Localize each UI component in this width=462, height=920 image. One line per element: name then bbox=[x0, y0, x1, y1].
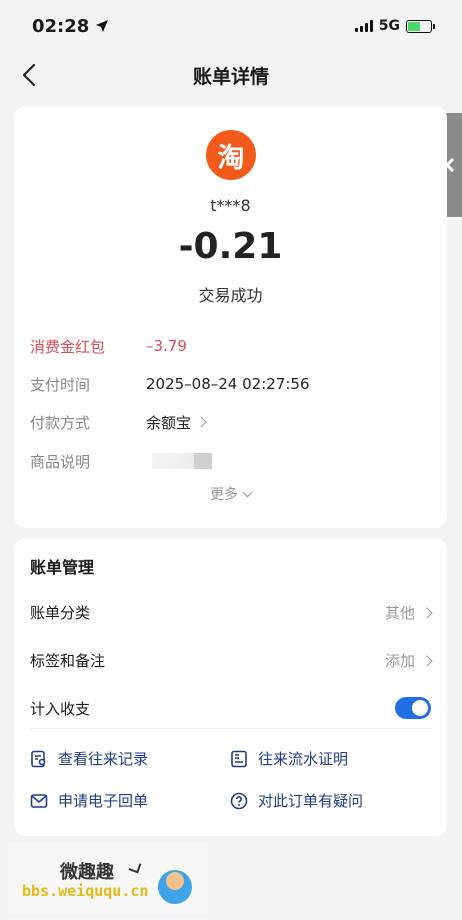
section-title: 账单管理 bbox=[30, 558, 95, 577]
chevron-left-icon bbox=[444, 157, 460, 173]
bill-management-card: 账单管理 账单分类 其他 标签和备注 添加 计入收支 查看往来记录 往来流水证明… bbox=[14, 538, 447, 836]
detail-value: 余额宝 bbox=[146, 413, 192, 432]
watermark-title: 微趣趣 bbox=[60, 862, 114, 883]
include-toggle[interactable] bbox=[395, 697, 431, 719]
watermark: 微趣趣 bbs.weiququ.cn bbox=[8, 842, 208, 914]
link-order-question[interactable]: 对此订单有疑问 bbox=[230, 790, 363, 811]
tags-notes-row[interactable]: 标签和备注 添加 bbox=[30, 650, 433, 671]
link-flow-certificate[interactable]: 往来流水证明 bbox=[230, 748, 348, 769]
bill-category-row[interactable]: 账单分类 其他 bbox=[30, 602, 433, 623]
detail-label: 消费金红包 bbox=[30, 337, 106, 356]
link-label: 往来流水证明 bbox=[258, 750, 349, 768]
row-value: 添加 bbox=[384, 652, 415, 670]
link-e-receipt[interactable]: 申请电子回单 bbox=[30, 790, 148, 811]
watermark-scribble bbox=[128, 860, 142, 874]
network-type: 5G bbox=[378, 18, 400, 34]
include-in-stats-row: 计入收支 bbox=[30, 697, 431, 719]
status-indicators: 5G bbox=[354, 18, 435, 34]
row-label: 计入收支 bbox=[30, 699, 91, 718]
chevron-down-icon bbox=[242, 487, 253, 497]
taobao-logo-icon: 淘 bbox=[206, 130, 256, 180]
detail-label: 付款方式 bbox=[30, 413, 91, 432]
detail-label: 支付时间 bbox=[30, 375, 91, 394]
detail-row-pay-time: 支付时间 2025–08–24 02:27:56 bbox=[30, 372, 431, 396]
row-value-group: 其他 bbox=[384, 602, 433, 623]
detail-row-product-desc: 商品说明 bbox=[30, 449, 431, 473]
signal-icon bbox=[354, 20, 373, 32]
certificate-icon bbox=[231, 750, 247, 767]
detail-value: –3.79 bbox=[146, 337, 187, 355]
link-label: 对此订单有疑问 bbox=[258, 792, 364, 810]
detail-value-group: 余额宝 bbox=[146, 412, 207, 433]
detail-row-payment-method[interactable]: 付款方式 余额宝 bbox=[30, 410, 431, 434]
status-time-group: 02:28 bbox=[32, 16, 109, 37]
battery-icon bbox=[406, 19, 435, 33]
more-label: 更多 bbox=[210, 487, 238, 503]
envelope-icon bbox=[30, 793, 48, 808]
link-label: 查看往来记录 bbox=[58, 750, 149, 768]
chevron-right-icon bbox=[421, 606, 433, 619]
chevron-right-icon bbox=[421, 654, 433, 667]
divider bbox=[30, 728, 431, 729]
more-toggle[interactable]: 更多 bbox=[14, 484, 447, 504]
detail-value: 2025–08–24 02:27:56 bbox=[146, 375, 310, 393]
question-circle-icon bbox=[230, 792, 248, 809]
link-view-history[interactable]: 查看往来记录 bbox=[30, 748, 148, 769]
detail-label: 商品说明 bbox=[30, 452, 91, 471]
document-search-icon bbox=[31, 750, 46, 767]
location-arrow-icon bbox=[96, 20, 109, 32]
nav-bar: 账单详情 bbox=[0, 52, 462, 98]
watermark-url: bbs.weiququ.cn bbox=[22, 882, 149, 900]
transaction-status: 交易成功 bbox=[198, 286, 263, 305]
row-value: 其他 bbox=[384, 604, 415, 622]
transaction-amount: -0.21 bbox=[178, 226, 283, 267]
row-value-group: 添加 bbox=[384, 650, 433, 671]
mascot-icon bbox=[158, 870, 192, 904]
page-title: 账单详情 bbox=[192, 66, 269, 88]
detail-value-group bbox=[146, 453, 212, 469]
row-label: 标签和备注 bbox=[30, 652, 106, 670]
status-time: 02:28 bbox=[32, 15, 90, 37]
blurred-product-name bbox=[152, 453, 212, 469]
status-bar: 02:28 5G bbox=[0, 0, 462, 52]
bill-detail-card: 淘 t***8 -0.21 交易成功 消费金红包 –3.79 支付时间 2025… bbox=[14, 106, 447, 528]
row-label: 账单分类 bbox=[30, 604, 91, 622]
chevron-right-icon bbox=[195, 416, 207, 428]
detail-row-red-packet: 消费金红包 –3.79 bbox=[30, 334, 431, 358]
link-label: 申请电子回单 bbox=[58, 792, 149, 810]
merchant-name: t***8 bbox=[210, 196, 251, 215]
